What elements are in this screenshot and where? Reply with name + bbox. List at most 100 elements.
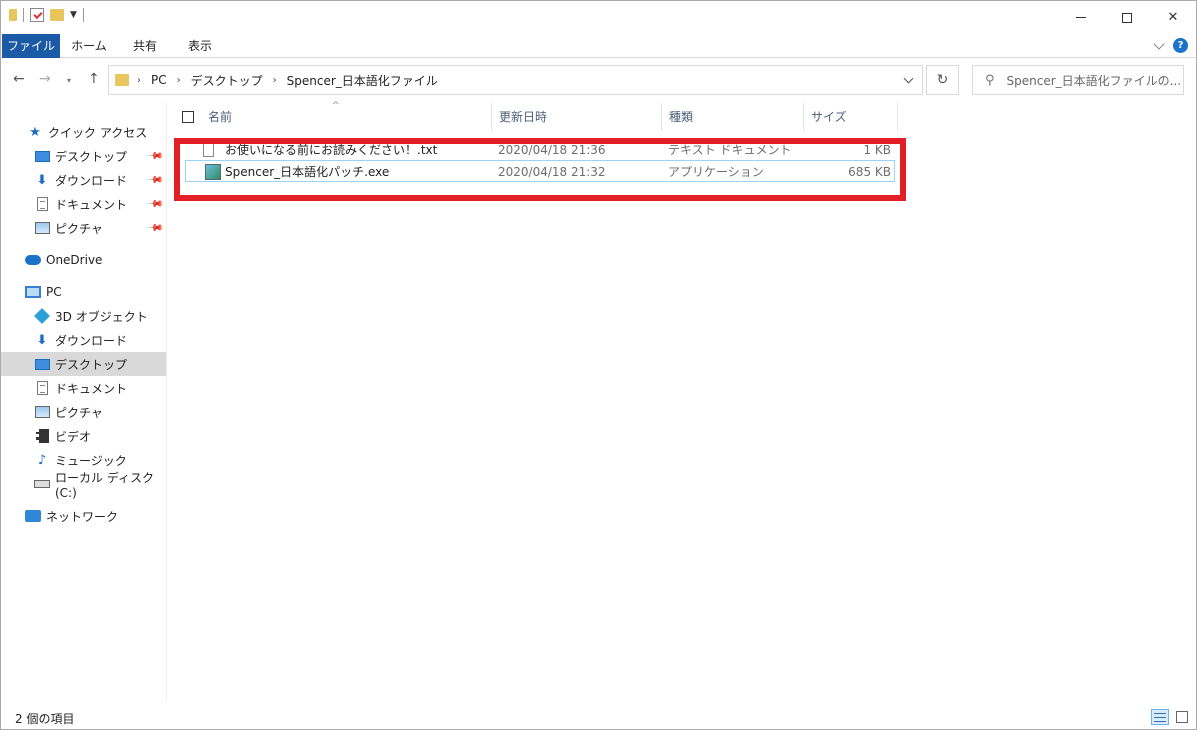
maximize-button[interactable] [1104, 1, 1150, 34]
minimize-button[interactable] [1058, 1, 1104, 34]
file-type: テキスト ドキュメント [668, 143, 792, 157]
pin-icon[interactable]: 📌 [146, 220, 163, 237]
file-name: お使いになる前にお読みください！.txt [225, 143, 438, 157]
search-icon: ⚲ [985, 72, 995, 88]
file-row-txt[interactable]: お使いになる前にお読みください！.txt 2020/04/18 21:36 テキ… [185, 139, 895, 161]
title-bar: ▼ ✕ [1, 1, 1196, 34]
tab-view[interactable]: 表示 [174, 34, 226, 58]
sidebar-item-pc-desktop[interactable]: デスクトップ [1, 352, 166, 376]
desktop-icon [34, 149, 50, 163]
address-bar[interactable]: › PC › デスクトップ › Spencer_日本語化ファイル [108, 65, 923, 95]
tab-share[interactable]: 共有 [119, 34, 171, 58]
sidebar-item-pictures[interactable]: ピクチャ 📌 [1, 216, 166, 240]
breadcrumb-separator[interactable]: › [177, 75, 181, 86]
close-button[interactable]: ✕ [1150, 1, 1196, 34]
breadcrumb-pc[interactable]: PC [151, 73, 167, 87]
ribbon-tabs: ファイル ホーム 共有 表示 ? [1, 34, 1196, 58]
toolbar-divider [82, 8, 84, 22]
file-name: Spencer_日本語化パッチ.exe [225, 165, 390, 179]
sidebar-item-label: ビデオ [55, 429, 92, 444]
large-icons-view-icon [1176, 711, 1188, 723]
tab-home[interactable]: ホーム [63, 34, 115, 58]
maximize-icon [1122, 12, 1132, 23]
file-modified: 2020/04/18 21:32 [498, 165, 606, 179]
address-dropdown-icon[interactable] [903, 73, 914, 84]
toolbar-divider [23, 8, 24, 22]
sidebar-item-label: ドキュメント [55, 381, 128, 396]
download-icon: ⬇ [36, 332, 48, 348]
minimize-icon [1076, 17, 1086, 18]
breadcrumb-separator[interactable]: › [273, 75, 277, 86]
refresh-icon: ↻ [936, 72, 949, 88]
breadcrumb-separator[interactable]: › [137, 75, 141, 86]
file-row-exe[interactable]: Spencer_日本語化パッチ.exe 2020/04/18 21:32 アプリ… [185, 160, 895, 182]
star-icon: ★ [29, 124, 41, 140]
quick-access-toolbar: ▼ [9, 8, 84, 22]
sidebar-item-label: クイック アクセス [48, 125, 148, 140]
app-folder-icon [9, 9, 17, 21]
refresh-button[interactable]: ↻ [926, 65, 959, 95]
help-icon[interactable]: ? [1173, 38, 1188, 53]
column-modified[interactable]: 更新日時 [492, 103, 662, 131]
sidebar-item-pc-downloads[interactable]: ⬇ ダウンロード [1, 328, 166, 352]
picture-icon [34, 221, 50, 235]
breadcrumb-folder[interactable]: Spencer_日本語化ファイル [287, 72, 438, 89]
search-box[interactable]: ⚲ Spencer_日本語化ファイルの... [972, 65, 1184, 95]
sidebar-item-label: ミュージック [55, 453, 127, 468]
sidebar-item-desktop[interactable]: デスクトップ 📌 [1, 144, 166, 168]
details-view-icon [1154, 712, 1166, 722]
sidebar-item-3d-objects[interactable]: 3D オブジェクト [1, 304, 166, 328]
close-icon: ✕ [1167, 10, 1179, 25]
sidebar-item-label: ピクチャ [55, 221, 103, 236]
desktop-icon [34, 357, 50, 371]
film-icon [34, 429, 50, 443]
details-view-button[interactable] [1151, 709, 1169, 725]
music-note-icon: ♪ [37, 452, 47, 468]
sidebar-item-label: ドキュメント [55, 197, 128, 212]
sidebar-item-label: 3D オブジェクト [55, 309, 148, 324]
pin-icon[interactable]: 📌 [146, 196, 163, 213]
item-count: 2 個の項目 [15, 712, 75, 726]
select-all-checkbox[interactable] [182, 111, 194, 123]
expand-ribbon-icon[interactable] [1153, 37, 1165, 50]
navigation-pane: ★ クイック アクセス デスクトップ 📌 ⬇ ダウンロード 📌 ドキュメント 📌… [1, 103, 167, 701]
column-name[interactable]: 名前 [201, 103, 492, 131]
sidebar-item-pc-pictures[interactable]: ピクチャ [1, 400, 166, 424]
sidebar-item-network[interactable]: ネットワーク [1, 504, 166, 528]
forward-arrow-icon[interactable]: → [39, 71, 51, 87]
sidebar-item-onedrive[interactable]: OneDrive [1, 248, 166, 272]
column-size[interactable]: サイズ [804, 103, 898, 131]
column-type[interactable]: 種類 [662, 103, 804, 131]
sidebar-item-local-disk[interactable]: ローカル ディスク (C:) [1, 471, 166, 500]
breadcrumb-desktop[interactable]: デスクトップ [191, 72, 263, 89]
sidebar-item-quick-access[interactable]: ★ クイック アクセス [1, 120, 166, 144]
column-header-row: ^ 名前 更新日時 種類 サイズ [168, 101, 898, 131]
recent-locations-icon[interactable]: ▾ [67, 76, 71, 85]
properties-icon[interactable] [30, 8, 44, 22]
large-icons-view-button[interactable] [1173, 709, 1191, 725]
sidebar-item-downloads[interactable]: ⬇ ダウンロード 📌 [1, 168, 166, 192]
pin-icon[interactable]: 📌 [146, 148, 163, 165]
customize-toolbar-icon[interactable]: ▼ [70, 10, 77, 20]
application-icon [205, 164, 221, 180]
pin-icon[interactable]: 📌 [146, 172, 163, 189]
drive-icon [34, 477, 50, 491]
sidebar-item-documents[interactable]: ドキュメント 📌 [1, 192, 166, 216]
sidebar-item-pc[interactable]: PC [1, 280, 166, 304]
file-size: 1 KB [863, 143, 891, 157]
sidebar-item-label: デスクトップ [55, 149, 128, 164]
file-modified: 2020/04/18 21:36 [498, 143, 606, 157]
search-placeholder: Spencer_日本語化ファイルの... [1006, 73, 1182, 88]
network-icon [25, 509, 41, 523]
sidebar-item-label: デスクトップ [55, 357, 128, 372]
sidebar-item-videos[interactable]: ビデオ [1, 424, 166, 448]
sidebar-item-pc-documents[interactable]: ドキュメント [1, 376, 166, 400]
download-icon: ⬇ [36, 172, 48, 188]
back-arrow-icon[interactable]: ← [13, 71, 25, 87]
file-list: ^ 名前 更新日時 種類 サイズ お使いになる前にお読みください！.txt 20… [168, 101, 1196, 701]
cube-icon [34, 308, 50, 324]
up-arrow-icon[interactable]: ↑ [88, 71, 100, 87]
new-folder-icon[interactable] [50, 9, 64, 21]
sidebar-item-label: OneDrive [46, 253, 103, 267]
tab-file[interactable]: ファイル [2, 34, 60, 58]
